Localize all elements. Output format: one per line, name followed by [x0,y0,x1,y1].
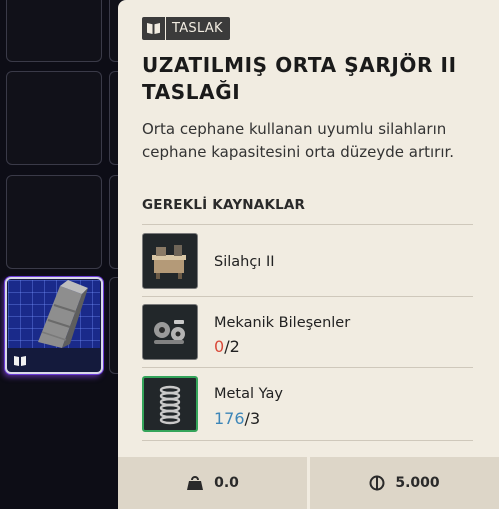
price-stat: 5.000 [307,457,499,509]
inventory-slot-5[interactable] [6,175,102,269]
quantity-owned: 176 [214,409,245,428]
quantity-owned: 0 [214,337,225,356]
spring-icon [142,376,198,432]
magazine-icon [8,280,100,348]
weight-value: 0.0 [214,475,239,491]
blueprint-tag: TASLAK [142,17,230,40]
requirement-name: Silahçı II [214,254,275,270]
workbench-icon [142,233,198,289]
tag-label: TASLAK [172,21,223,36]
tooltip-footer: 0.0 5.000 [118,457,499,509]
requirements-heading: GEREKLİ KAYNAKLAR [142,197,306,213]
item-title: UZATILMIŞ ORTA ŞARJÖR II TASLAĞI [142,53,457,104]
currency-icon [369,475,385,491]
requirement-row: Metal Yay 176/3 [142,376,473,434]
item-tooltip: TASLAK UZATILMIŞ ORTA ŞARJÖR II TASLAĞI … [118,0,499,509]
weight-stat: 0.0 [118,457,307,509]
divider [142,440,473,441]
divider [142,296,473,297]
inventory-slot-3[interactable] [6,71,102,165]
weight-icon [187,476,204,490]
item-description: Orta cephane kullanan uyumlu silahların … [142,120,455,161]
quantity-needed: /2 [224,337,240,356]
requirement-row: Mekanik Bileşenler 0/2 [142,304,473,362]
blueprint-book-icon [142,17,166,40]
inventory-slot-selected[interactable] [5,277,103,374]
price-value: 5.000 [395,475,440,491]
blueprint-book-icon [14,356,26,366]
inventory-slot-1[interactable] [6,0,102,62]
requirement-quantity: 176/3 [214,409,260,428]
requirement-quantity: 0/2 [214,337,240,356]
requirement-name: Metal Yay [214,386,283,402]
requirement-name: Mekanik Bileşenler [214,315,351,331]
divider [142,224,473,225]
divider [142,367,473,368]
quantity-needed: /3 [244,409,261,428]
mechanical-parts-icon [142,304,198,360]
requirement-row: Silahçı II [142,233,473,291]
